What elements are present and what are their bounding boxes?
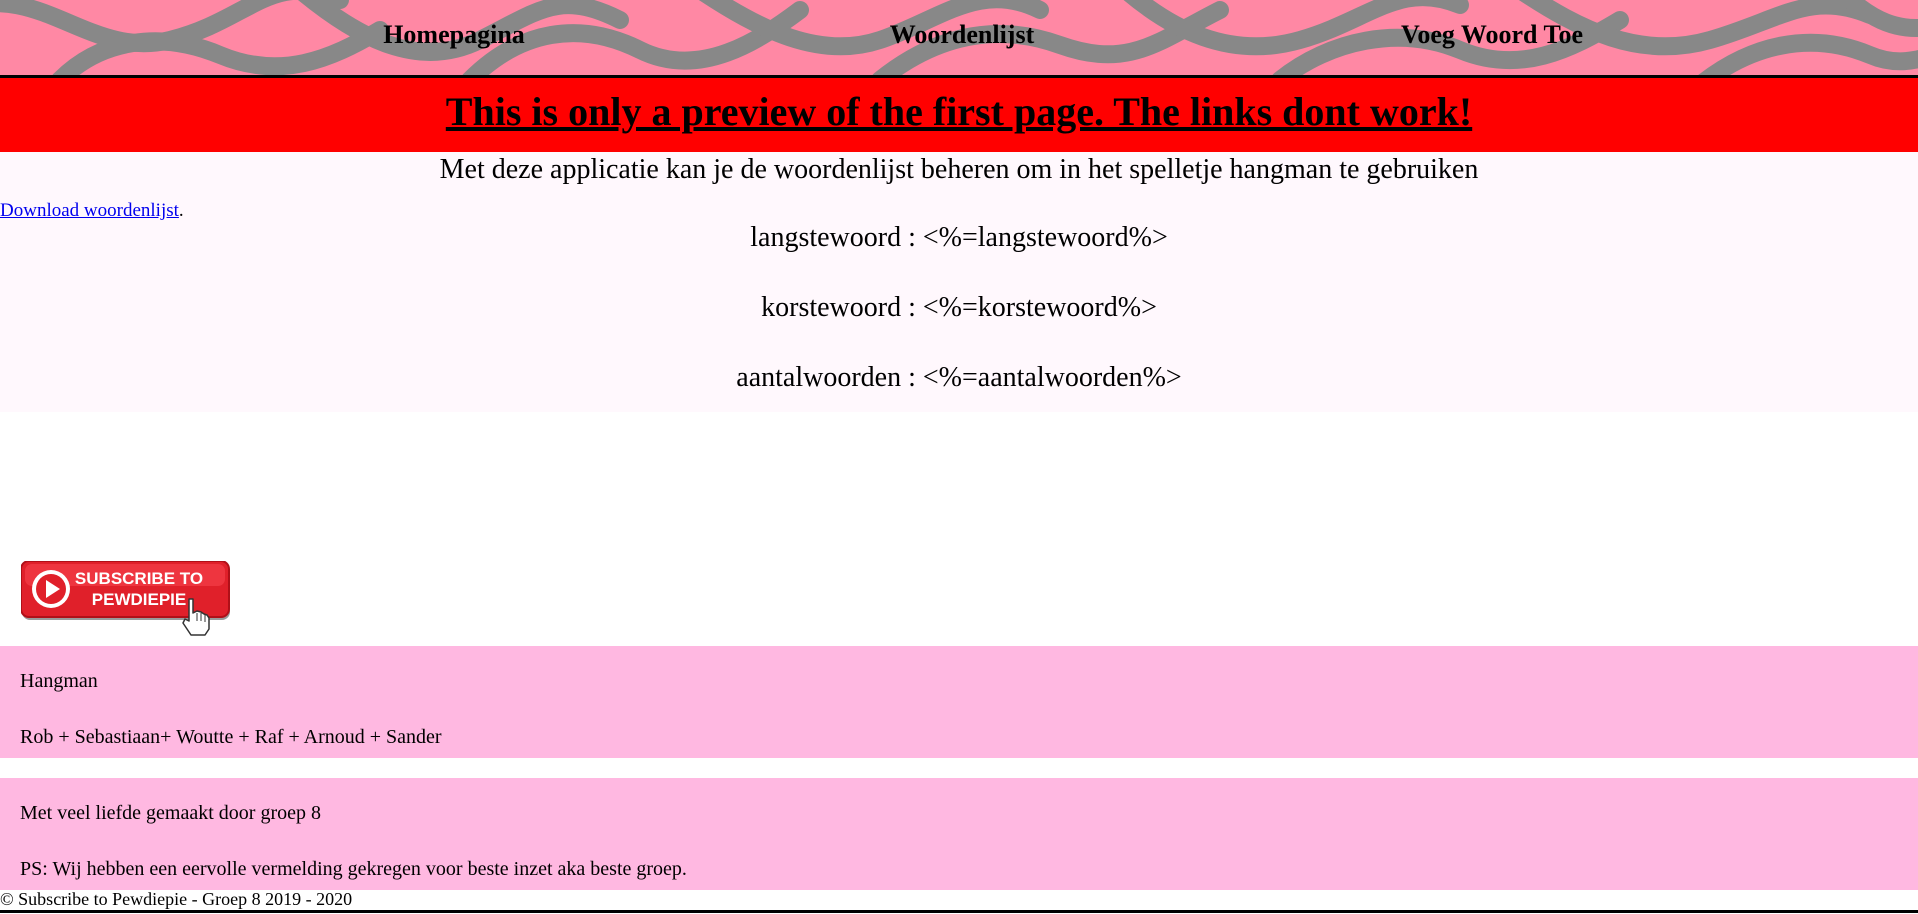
download-line: Download woordenlijst.: [0, 200, 184, 222]
nav-link-woordenlijst[interactable]: Woordenlijst: [890, 20, 1034, 50]
footer-hangman-title: Hangman: [20, 670, 98, 692]
subscribe-line2: PEWDIEPIE: [92, 590, 186, 609]
subscribe-pewdiepie-button[interactable]: SUBSCRIBE TO PEWDIEPIE: [20, 560, 233, 637]
stat-aantalwoorden: aantalwoorden : <%=aantalwoorden%>: [736, 362, 1182, 393]
footer-divider: [0, 910, 1918, 913]
subscribe-button-graphic: SUBSCRIBE TO PEWDIEPIE: [20, 560, 230, 636]
nav-link-homepagina[interactable]: Homepagina: [383, 20, 525, 50]
download-woordenlijst-link[interactable]: Download woordenlijst: [0, 200, 179, 221]
subscribe-line1: SUBSCRIBE TO: [75, 569, 203, 588]
download-suffix: .: [178, 200, 184, 221]
nav-link-voeg-woord-toe[interactable]: Voeg Woord Toe: [1401, 20, 1583, 50]
footer-note-box: Met veel liefde gemaakt door groep 8 PS:…: [0, 778, 1918, 890]
stat-langstewoord: langstewoord : <%=langstewoord%>: [750, 222, 1168, 253]
footer-credits-box: Hangman Rob + Sebastiaan+ Woutte + Raf +…: [0, 646, 1918, 758]
main-content: Met deze applicatie kan je de woordenlij…: [0, 152, 1918, 412]
footer-team-credits: Rob + Sebastiaan+ Woutte + Raf + Arnoud …: [20, 726, 442, 748]
preview-warning-banner: This is only a preview of the first page…: [0, 78, 1918, 152]
top-navigation: Homepagina Woordenlijst Voeg Woord Toe: [0, 0, 1918, 75]
footer-made-by: Met veel liefde gemaakt door groep 8: [20, 802, 321, 824]
footer-ps-note: PS: Wij hebben een eervolle vermelding g…: [20, 858, 687, 880]
play-icon: [32, 570, 70, 608]
intro-text: Met deze applicatie kan je de woordenlij…: [439, 154, 1479, 185]
preview-warning-text: This is only a preview of the first page…: [445, 89, 1473, 134]
copyright-text: © Subscribe to Pewdiepie - Groep 8 2019 …: [0, 889, 353, 909]
stat-korstewoord: korstewoord : <%=korstewoord%>: [761, 292, 1157, 323]
